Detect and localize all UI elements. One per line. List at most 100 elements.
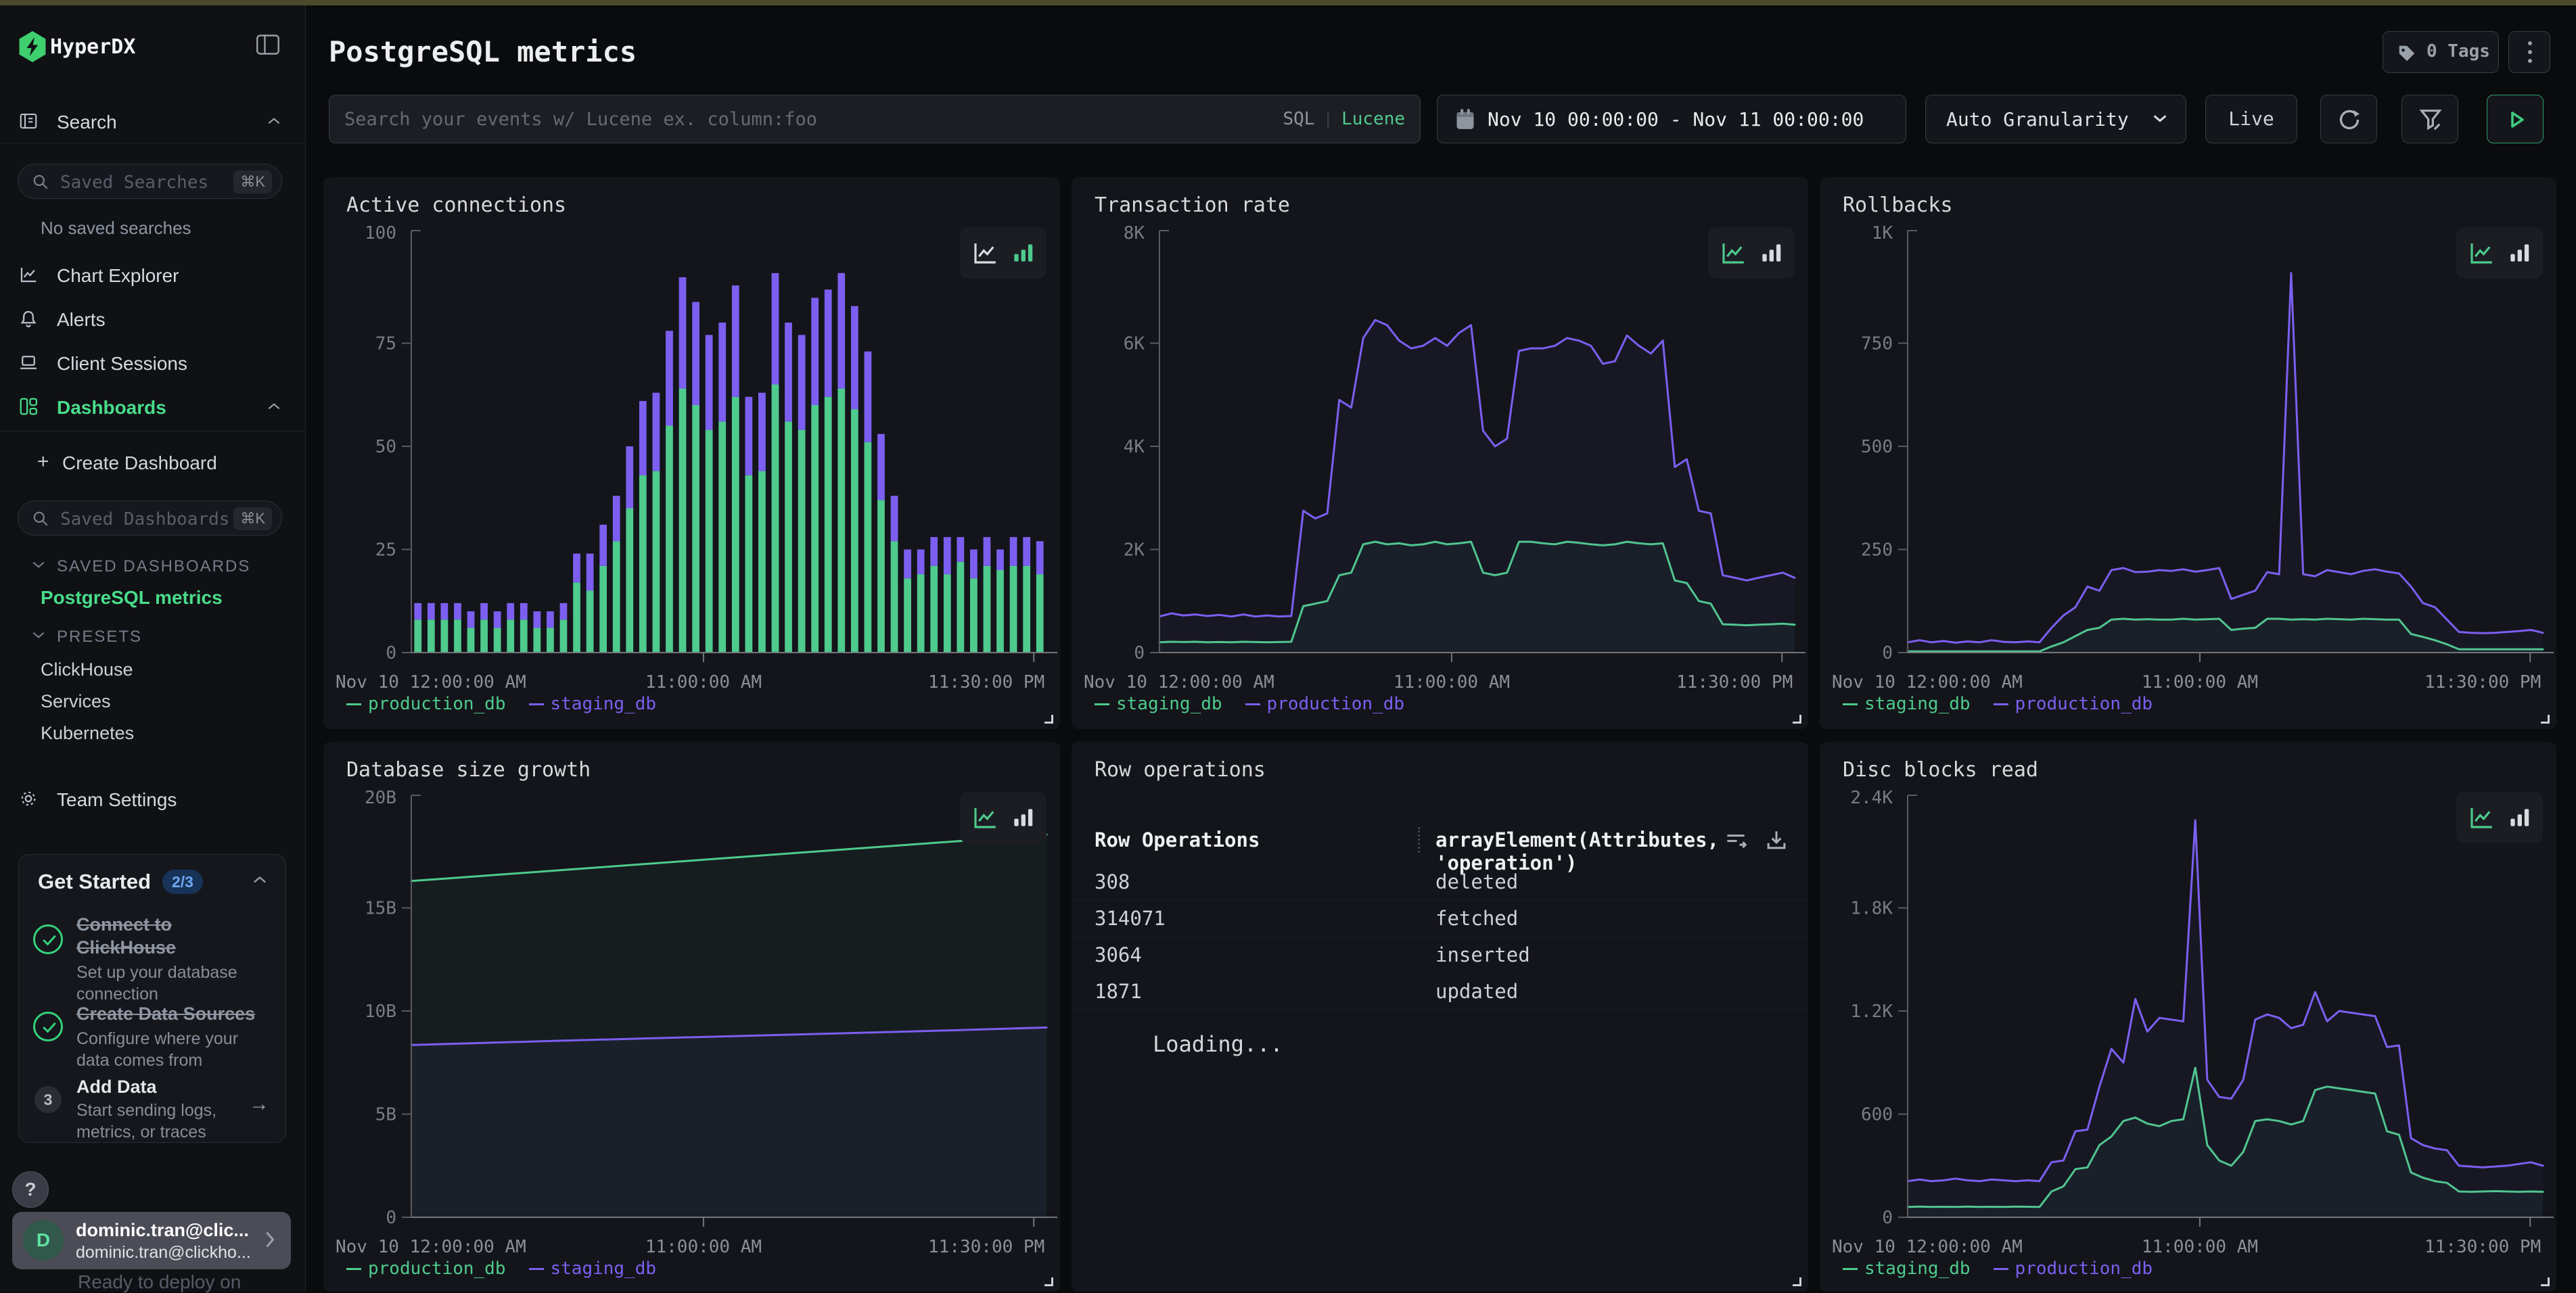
sidebar-item-dashboards[interactable]: Dashboards <box>0 388 306 426</box>
bar-view-icon[interactable] <box>2506 805 2532 830</box>
table-column-header[interactable]: Row Operations <box>1095 828 1260 851</box>
svg-text:0: 0 <box>386 1208 396 1228</box>
bar-view-icon[interactable] <box>1010 240 1036 266</box>
line-view-icon[interactable] <box>971 803 999 832</box>
operation-cell: deleted <box>1435 870 1518 893</box>
live-label: Live <box>2228 108 2274 130</box>
legend-item[interactable]: staging_db <box>529 694 657 714</box>
sql-toggle[interactable]: SQL <box>1283 109 1314 129</box>
sidebar-item-team-settings[interactable]: Team Settings <box>0 780 306 818</box>
saved-dashboards-input[interactable]: Saved Dashboards ⌘K <box>18 500 282 536</box>
event-search-input[interactable]: Search your events w/ Lucene ex. column:… <box>329 95 1421 143</box>
legend-item[interactable]: production_db <box>1994 694 2153 714</box>
get-started-step-title[interactable]: Add Data <box>76 1075 266 1098</box>
legend-item[interactable]: production_db <box>1245 694 1405 714</box>
search-icon <box>32 510 49 531</box>
tags-label: 0 Tags <box>2426 41 2490 62</box>
saved-dashboards-header[interactable]: SAVED DASHBOARDS <box>57 557 250 576</box>
panel-resize-handle[interactable] <box>1793 1277 1801 1286</box>
rollbacks-chart[interactable]: 1K7505002500Nov 10 12:00:00 AM11:00:00 A… <box>1820 177 2556 690</box>
date-range-picker[interactable]: Nov 10 00:00:00 - Nov 11 00:00:00 <box>1437 95 1906 143</box>
table-row[interactable]: 3064inserted <box>1072 937 1808 973</box>
panel-resize-handle[interactable] <box>2541 715 2550 724</box>
sidebar-item-services[interactable]: Services <box>41 691 111 712</box>
promo-text: Ready to deploy on <box>78 1271 241 1293</box>
chevron-up-icon[interactable] <box>267 116 281 129</box>
live-button[interactable]: Live <box>2205 95 2297 143</box>
sidebar-item-label: Dashboards <box>57 397 166 419</box>
create-dashboard-button[interactable]: + Create Dashboard <box>0 444 306 481</box>
legend-swatch <box>1843 1268 1858 1270</box>
svg-text:0: 0 <box>1882 1208 1893 1228</box>
chart-line-icon <box>18 264 39 288</box>
legend-item[interactable]: staging_db <box>1843 1259 1971 1279</box>
column-divider[interactable] <box>1418 827 1420 853</box>
active-connections-chart[interactable]: 1007550250Nov 10 12:00:00 AM11:00:00 AM1… <box>323 177 1060 690</box>
bar-view-icon[interactable] <box>2506 240 2532 266</box>
legend-swatch <box>346 703 361 705</box>
table-row[interactable]: 1871updated <box>1072 973 1808 1010</box>
sidebar-item-client-sessions[interactable]: Client Sessions <box>0 344 306 382</box>
sidebar-item-postgresql-metrics[interactable]: PostgreSQL metrics <box>41 587 223 609</box>
create-dashboard-label: Create Dashboard <box>62 452 217 474</box>
column-options-icon[interactable] <box>1723 827 1749 853</box>
table-row[interactable]: 308deleted <box>1072 864 1808 900</box>
panel-resize-handle[interactable] <box>1793 715 1801 724</box>
chart-legend: staging_db production_db <box>1843 694 2176 714</box>
chevron-down-icon[interactable] <box>31 630 46 643</box>
run-query-button[interactable] <box>2487 95 2544 143</box>
bar-view-icon[interactable] <box>1010 805 1036 830</box>
legend-item[interactable]: staging_db <box>1095 694 1222 714</box>
filter-button[interactable] <box>2401 95 2458 143</box>
user-account-button[interactable]: D dominic.tran@clic... dominic.tran@clic… <box>12 1212 291 1269</box>
chevron-up-icon[interactable] <box>252 875 268 888</box>
sidebar-collapse-icon[interactable] <box>256 34 280 59</box>
bar-view-icon[interactable] <box>1758 240 1784 266</box>
chevron-up-icon[interactable] <box>267 402 281 415</box>
legend-item[interactable]: staging_db <box>1843 694 1971 714</box>
sidebar-item-search[interactable]: Search <box>0 103 306 141</box>
legend-item[interactable]: production_db <box>346 1259 506 1279</box>
help-button[interactable]: ? <box>12 1171 49 1208</box>
line-view-icon[interactable] <box>1719 239 1747 267</box>
brand-row: HyperDX <box>0 30 306 65</box>
legend-swatch <box>1245 703 1260 705</box>
transaction-rate-chart[interactable]: 8K6K4K2K0Nov 10 12:00:00 AM11:00:00 AM11… <box>1072 177 1808 690</box>
tags-button[interactable]: 0 Tags <box>2383 31 2499 73</box>
saved-searches-input[interactable]: Saved Searches ⌘K <box>18 164 282 199</box>
kebab-menu-button[interactable] <box>2508 31 2550 73</box>
svg-text:15B: 15B <box>365 899 396 919</box>
panel-resize-handle[interactable] <box>2541 1277 2550 1286</box>
refresh-button[interactable] <box>2320 95 2377 143</box>
line-view-icon[interactable] <box>971 239 999 267</box>
chevron-down-icon[interactable] <box>31 560 46 573</box>
panel-resize-handle[interactable] <box>1044 1277 1053 1286</box>
get-started-step-title[interactable]: Create Data Sources <box>76 1002 279 1025</box>
panel-resize-handle[interactable] <box>1044 715 1053 724</box>
arrow-right-icon[interactable]: → <box>249 1093 269 1116</box>
row-count-cell: 3064 <box>1095 943 1142 966</box>
table-row[interactable]: 314071fetched <box>1072 900 1808 937</box>
sidebar-item-clickhouse[interactable]: ClickHouse <box>41 659 133 680</box>
dashboards-grid-icon <box>18 396 39 420</box>
legend-item[interactable]: staging_db <box>529 1259 657 1279</box>
sidebar-item-chart-explorer[interactable]: Chart Explorer <box>0 256 306 294</box>
legend-swatch <box>529 703 544 705</box>
lucene-toggle[interactable]: Lucene <box>1341 109 1405 129</box>
chart-legend: production_db staging_db <box>346 1259 679 1279</box>
sidebar-item-alerts[interactable]: Alerts <box>0 300 306 338</box>
granularity-select[interactable]: Auto Granularity <box>1925 95 2186 143</box>
line-view-icon[interactable] <box>2467 803 2496 832</box>
sidebar-item-kubernetes[interactable]: Kubernetes <box>41 723 134 744</box>
legend-item[interactable]: production_db <box>346 694 506 714</box>
get-started-step-title[interactable]: Connect to ClickHouse <box>76 913 198 959</box>
download-icon[interactable] <box>1764 827 1789 853</box>
legend-swatch <box>1994 703 2008 705</box>
database-size-growth-chart[interactable]: 20B15B10B5B0Nov 10 12:00:00 AM11:00:00 A… <box>323 742 1060 1254</box>
bell-icon <box>18 308 39 332</box>
legend-item[interactable]: production_db <box>1994 1259 2153 1279</box>
disc-blocks-read-chart[interactable]: 2.4K1.8K1.2K6000Nov 10 12:00:00 AM11:00:… <box>1820 742 2556 1254</box>
presets-header[interactable]: PRESETS <box>57 628 142 646</box>
svg-text:2K: 2K <box>1124 540 1145 561</box>
line-view-icon[interactable] <box>2467 239 2496 267</box>
